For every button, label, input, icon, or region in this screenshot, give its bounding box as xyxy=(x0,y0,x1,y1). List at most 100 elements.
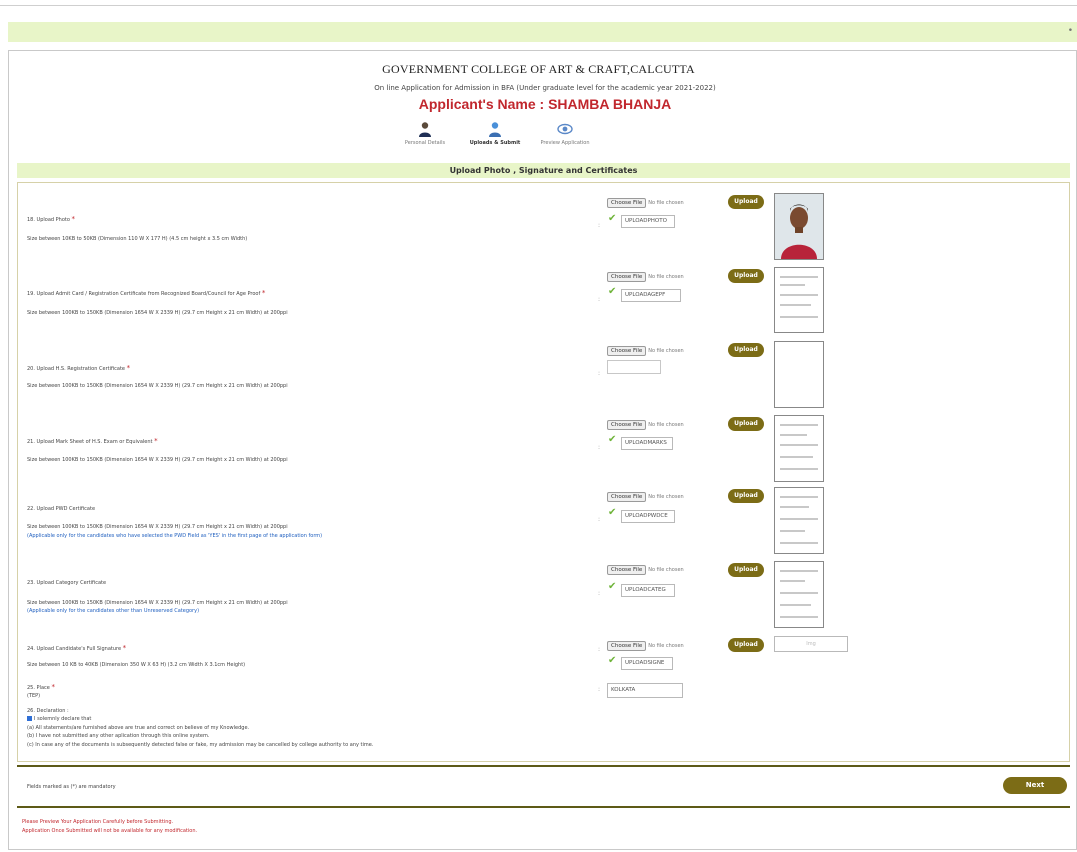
declaration-checkbox[interactable] xyxy=(27,716,32,721)
separator-dot: : xyxy=(598,686,601,693)
size-hint: Size between 10 KB to 40KB (Dimension 35… xyxy=(27,662,246,668)
photo-thumbnail xyxy=(774,193,824,260)
uploaded-filename: UPLOADPHOTO xyxy=(621,215,675,228)
check-icon: ✔ xyxy=(608,655,617,666)
document-thumbnail xyxy=(774,415,824,482)
empty-filename-box xyxy=(607,360,661,374)
check-icon: ✔ xyxy=(608,581,617,592)
banner-mark: • xyxy=(1067,26,1073,36)
no-file-text: No file chosen xyxy=(648,567,684,573)
college-title: GOVERNMENT COLLEGE OF ART & CRAFT,CALCUT… xyxy=(382,62,695,76)
upload-button[interactable]: Upload xyxy=(728,489,764,503)
upload-button[interactable]: Upload xyxy=(728,195,764,209)
uploaded-filename: UPLOADSIGNE xyxy=(621,657,673,670)
upload-button[interactable]: Upload xyxy=(728,638,764,652)
check-icon: ✔ xyxy=(608,286,617,297)
declaration-line: (a) All statements/are furnished above a… xyxy=(27,725,250,731)
check-icon: ✔ xyxy=(608,507,617,518)
field-label: 19. Upload Admit Card / Registration Cer… xyxy=(27,289,266,297)
no-file-text: No file chosen xyxy=(648,200,684,206)
place-input[interactable]: KOLKATA xyxy=(607,683,683,698)
file-input[interactable]: Choose File No file chosen xyxy=(607,198,717,209)
declaration-line: (b) I have not submitted any other aplic… xyxy=(27,733,210,739)
divider xyxy=(17,806,1070,808)
choose-file-button[interactable]: Choose File xyxy=(607,198,647,208)
step-navigation: Personal Details Uploads & Submit Previe… xyxy=(395,121,605,151)
separator-dot: : xyxy=(598,296,601,303)
separator-dot: : xyxy=(598,646,601,653)
field-label: 24. Upload Candidate's Full Signature * xyxy=(27,644,127,652)
warning-text: Application Once Submitted will not be a… xyxy=(22,828,198,834)
top-border xyxy=(0,0,1077,6)
declaration-checkbox-row[interactable]: I solemnly declare that xyxy=(27,716,91,722)
separator-dot: : xyxy=(598,370,601,377)
check-icon: ✔ xyxy=(608,434,617,445)
field-label: 20. Upload H.S. Registration Certificate… xyxy=(27,364,131,372)
upload-button[interactable]: Upload xyxy=(728,343,764,357)
choose-file-button[interactable]: Choose File xyxy=(607,565,647,575)
upload-button[interactable]: Upload xyxy=(728,269,764,283)
step-label: Personal Details xyxy=(404,140,446,146)
file-input[interactable]: Choose File No file chosen xyxy=(607,641,717,652)
size-hint: Size between 100KB to 150KB (Dimension 1… xyxy=(27,600,288,606)
applicant-name: Applicant's Name : SHAMBA BHANJA xyxy=(418,96,672,112)
field-label: 23. Upload Category Certificate xyxy=(27,580,107,586)
step-label: Uploads & Submit xyxy=(469,140,521,146)
step-uploads-submit[interactable]: Uploads & Submit xyxy=(465,121,525,146)
applicability-note: (Applicable only for the candidates othe… xyxy=(27,608,200,614)
field-label: 25. Place * xyxy=(27,683,55,691)
signature-preview: Img xyxy=(774,636,848,652)
size-hint: Size between 100KB to 150KB (Dimension 1… xyxy=(27,310,288,316)
file-input[interactable]: Choose File No file chosen xyxy=(607,492,717,503)
step-personal-details[interactable]: Personal Details xyxy=(395,121,455,146)
choose-file-button[interactable]: Choose File xyxy=(607,641,647,651)
upload-button[interactable]: Upload xyxy=(728,563,764,577)
size-hint: Size between 10KB to 50KB (Dimension 110… xyxy=(27,236,248,242)
document-thumbnail xyxy=(774,267,824,333)
choose-file-button[interactable]: Choose File xyxy=(607,272,647,282)
declaration-title: 26. Declaration : xyxy=(27,708,69,714)
size-hint: Size between 100KB to 150KB (Dimension 1… xyxy=(27,524,288,530)
person-photo xyxy=(775,194,823,259)
field-label: 18. Upload Photo * xyxy=(27,215,76,223)
separator-dot: : xyxy=(598,222,601,229)
size-hint: Size between 100KB to 150KB (Dimension 1… xyxy=(27,457,288,463)
step-label: Preview Application xyxy=(540,140,590,146)
applicability-note: (Applicable only for the candidates who … xyxy=(27,533,323,539)
application-subtitle: On line Application for Admission in BFA… xyxy=(374,84,716,92)
separator-dot: : xyxy=(598,516,601,523)
choose-file-button[interactable]: Choose File xyxy=(607,346,647,356)
mandatory-note: Fields marked as (*) are mandatory xyxy=(27,784,116,790)
no-file-text: No file chosen xyxy=(648,274,684,280)
field-label: 22. Upload PWD Certificate xyxy=(27,506,96,512)
separator-dot: : xyxy=(598,444,601,451)
choose-file-button[interactable]: Choose File xyxy=(607,420,647,430)
uploaded-filename: UPLOADPWDCE xyxy=(621,510,675,523)
file-input[interactable]: Choose File No file chosen xyxy=(607,272,717,283)
declaration-checkbox-label: I solemnly declare that xyxy=(34,716,92,722)
warning-text: Please Preview Your Application Carefull… xyxy=(22,819,174,825)
no-file-text: No file chosen xyxy=(648,348,684,354)
empty-thumbnail xyxy=(774,341,824,408)
upload-user-icon xyxy=(489,122,501,137)
upload-form xyxy=(17,182,1070,762)
uploaded-filename: UPLOADMARKS xyxy=(621,437,673,450)
no-file-text: No file chosen xyxy=(648,643,684,649)
document-thumbnail xyxy=(774,487,824,554)
check-icon: ✔ xyxy=(608,213,617,224)
file-input[interactable]: Choose File No file chosen xyxy=(607,420,717,431)
choose-file-button[interactable]: Choose File xyxy=(607,492,647,502)
person-icon xyxy=(419,122,431,137)
uploaded-filename: UPLOADCATEG xyxy=(621,584,675,597)
no-file-text: No file chosen xyxy=(648,422,684,428)
file-input[interactable]: Choose File No file chosen xyxy=(607,565,717,576)
file-input[interactable]: Choose File No file chosen xyxy=(607,346,717,357)
size-hint: Size between 100KB to 150KB (Dimension 1… xyxy=(27,383,288,389)
divider xyxy=(17,765,1070,767)
upload-button[interactable]: Upload xyxy=(728,417,764,431)
field-label: 21. Upload Mark Sheet of H.S. Exam or Eq… xyxy=(27,437,158,445)
step-preview-application[interactable]: Preview Application xyxy=(535,121,595,146)
next-button[interactable]: Next xyxy=(1003,777,1067,794)
declaration-line: (c) In case any of the documents is subs… xyxy=(27,742,374,748)
section-title: Upload Photo , Signature and Certificate… xyxy=(17,163,1070,178)
